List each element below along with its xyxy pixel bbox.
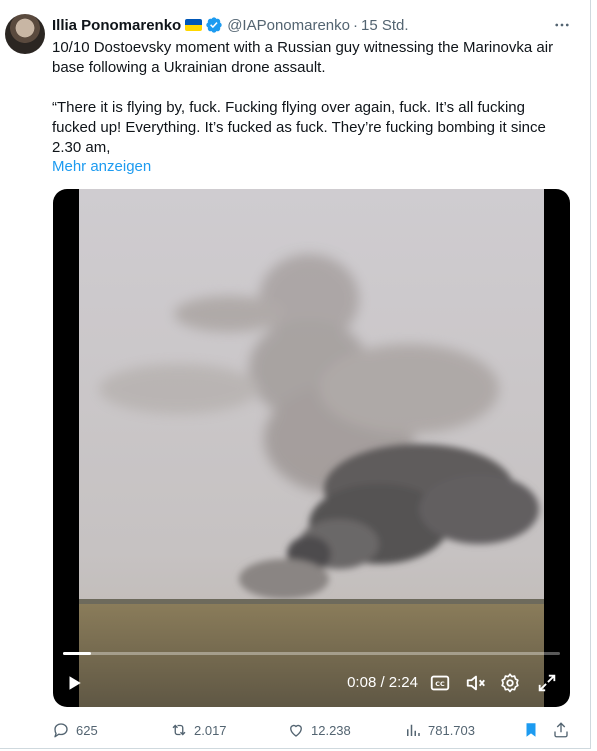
ukraine-flag-icon <box>185 19 203 31</box>
view-count: 781.703 <box>428 722 475 738</box>
show-more-link[interactable]: Mehr anzeigen <box>52 158 151 175</box>
like-button[interactable]: 12.238 <box>287 719 351 741</box>
tweet-text: 10/10 Dostoevsky moment with a Russian g… <box>52 39 554 156</box>
play-icon[interactable] <box>63 670 85 696</box>
author-name[interactable]: Illia Ponomarenko <box>52 17 181 34</box>
separator-dot: · <box>353 16 358 34</box>
repost-icon <box>172 724 186 736</box>
bookmark-icon[interactable] <box>522 719 546 741</box>
repost-count: 2.017 <box>194 722 227 738</box>
like-count: 12.238 <box>311 722 351 738</box>
video-time: 0:08 / 2:24 <box>347 674 418 691</box>
mute-icon[interactable] <box>463 670 489 696</box>
views-button[interactable]: 781.703 <box>404 719 475 741</box>
reply-count: 625 <box>76 722 98 738</box>
video-progress-bar[interactable] <box>63 652 560 655</box>
tweet-card[interactable]: Illia Ponomarenko @IAPonomarenko · 15 St… <box>0 0 591 749</box>
tweet-timestamp[interactable]: 15 Std. <box>361 17 409 34</box>
video-progress-fill <box>63 652 91 655</box>
video-player[interactable]: 0:08 / 2:24 CC <box>53 189 570 707</box>
heart-icon <box>290 724 302 737</box>
author-avatar[interactable] <box>5 14 45 54</box>
repost-button[interactable]: 2.017 <box>170 719 227 741</box>
svg-text:CC: CC <box>435 680 445 688</box>
views-chart-icon <box>407 724 420 736</box>
share-icon[interactable] <box>552 719 576 741</box>
settings-icon[interactable] <box>497 670 523 696</box>
tweet-header: Illia Ponomarenko @IAPonomarenko · 15 St… <box>52 14 580 36</box>
verified-badge-icon[interactable] <box>205 16 223 34</box>
author-handle[interactable]: @IAPonomarenko <box>227 17 350 34</box>
video-frame <box>79 189 544 707</box>
reply-button[interactable]: 625 <box>52 719 98 741</box>
tweet-actions: 625 2.017 12.238 781.703 <box>52 719 570 741</box>
fullscreen-icon[interactable] <box>534 670 560 696</box>
captions-icon[interactable]: CC <box>427 670 453 696</box>
reply-icon <box>54 723 68 738</box>
more-dots-icon[interactable] <box>550 14 574 36</box>
